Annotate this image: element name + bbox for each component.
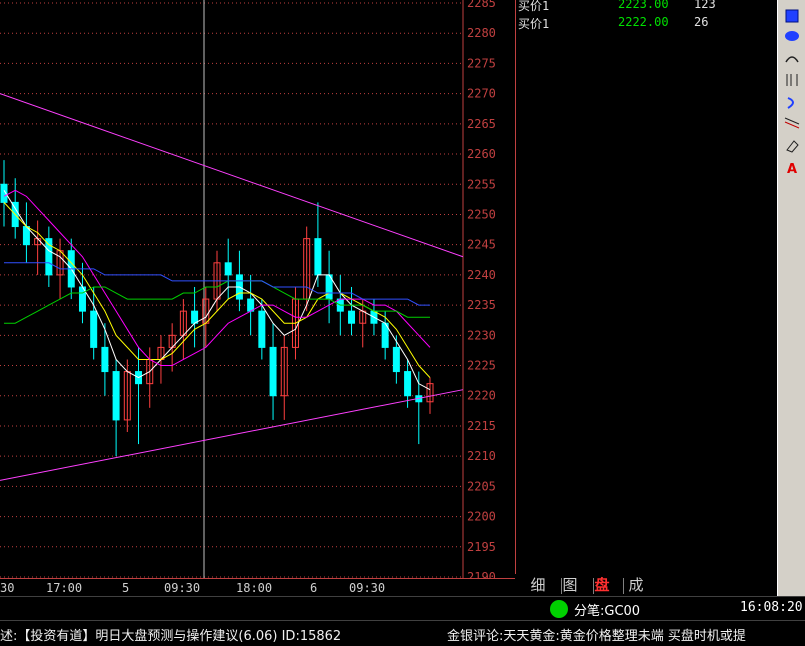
tab-chart[interactable]: 图	[555, 575, 585, 595]
quote-volume: 26	[694, 15, 709, 29]
candle-body	[101, 346, 109, 373]
tab-order-book[interactable]: 盘	[587, 575, 617, 595]
candle-body	[348, 310, 356, 324]
status-symbol: 分笔:GC00	[574, 604, 641, 619]
candle-body	[404, 371, 412, 397]
status-time: 16:08:20	[740, 600, 803, 615]
candle-body	[392, 346, 400, 373]
y-tick-label: 2245	[467, 238, 496, 252]
y-tick-label: 2220	[467, 389, 496, 403]
x-tick-label: 5	[122, 581, 130, 595]
x-tick-label: 18:00	[236, 581, 273, 595]
y-tick-label: 2210	[467, 449, 496, 463]
y-tick-label: 2250	[467, 207, 496, 221]
status-bar: 分笔:GC00 16:08:20	[0, 596, 805, 620]
y-tick-label: 2230	[467, 328, 496, 342]
x-tick-label: 6	[310, 581, 318, 595]
quote-label: 买价1	[518, 0, 550, 13]
candle-body	[258, 310, 266, 348]
cycle-icon[interactable]	[784, 94, 800, 110]
candle-body	[314, 238, 322, 276]
tab-trades[interactable]: 成	[621, 575, 651, 595]
arc-icon[interactable]	[784, 50, 800, 66]
quote-price: 2222.00	[618, 15, 669, 29]
y-tick-label: 2195	[467, 540, 496, 554]
y-tick-label: 2190	[467, 570, 496, 578]
candle-body	[112, 371, 120, 421]
trend-line	[0, 389, 464, 481]
candle-body	[224, 262, 232, 276]
quote-panel: 买价1 2223.00 123 买价1 2222.00 26	[515, 0, 777, 596]
y-tick-label: 2275	[467, 56, 496, 70]
x-tick-label: 30	[0, 581, 15, 595]
y-tick-label: 2215	[467, 419, 496, 433]
ticker-item[interactable]: 述:【投资有道】明日大盘预测与操作建议(6.06) ID:15862	[0, 625, 341, 644]
x-tick-label: 09:30	[349, 581, 386, 595]
eraser-icon[interactable]	[784, 138, 800, 154]
text-icon[interactable]: A	[784, 160, 800, 177]
panel-tab-bar: 细 图 盘 成	[515, 574, 777, 596]
chart-canvas[interactable]: 2190 2195 2200 2205 2210 2215 2220 2225 2230 2235…	[0, 0, 515, 578]
y-tick-label: 2235	[467, 298, 496, 312]
candle-body	[247, 298, 255, 312]
y-tick-label: 2260	[467, 147, 496, 161]
price-chart[interactable]: 2190 2195 2200 2205 2210 2215 2220 2225 2230 2235…	[0, 0, 515, 578]
ticker-item[interactable]: 金银评论:天天黄金:黄金价格整理未端 买盘时机或提	[447, 625, 746, 644]
y-tick-label: 2200	[467, 510, 496, 524]
svg-text:A: A	[787, 162, 797, 176]
y-tick-label: 2280	[467, 26, 496, 40]
candle-body	[269, 346, 277, 397]
rect-icon[interactable]	[784, 8, 800, 24]
candle-body	[90, 310, 98, 348]
ellipse-icon[interactable]	[784, 28, 800, 44]
news-ticker[interactable]: 述:【投资有道】明日大盘预测与操作建议(6.06) ID:15862 金银评论:…	[0, 620, 805, 646]
fibonacci-icon[interactable]	[784, 72, 800, 88]
trend-line	[0, 93, 464, 258]
quote-price: 2223.00	[618, 0, 669, 11]
y-tick-label: 2240	[467, 268, 496, 282]
y-tick-label: 2205	[467, 479, 496, 493]
x-tick-label: 17:00	[46, 581, 83, 595]
time-axis: 30 17:00 5 09:30 18:00 6 09:30	[0, 578, 515, 596]
quote-volume: 123	[694, 0, 716, 11]
tab-detail[interactable]: 细	[523, 575, 553, 595]
y-tick-label: 2225	[467, 359, 496, 373]
y-tick-label: 2255	[467, 177, 496, 191]
quote-label: 买价1	[518, 17, 550, 31]
x-tick-label: 09:30	[164, 581, 201, 595]
y-tick-label: 2265	[467, 117, 496, 131]
channel-icon[interactable]	[784, 116, 800, 132]
y-tick-label: 2270	[467, 87, 496, 101]
drawing-toolbar: A	[777, 0, 805, 596]
connection-status-icon	[550, 600, 568, 618]
y-tick-label: 2285	[467, 0, 496, 10]
candle-body	[191, 310, 199, 324]
